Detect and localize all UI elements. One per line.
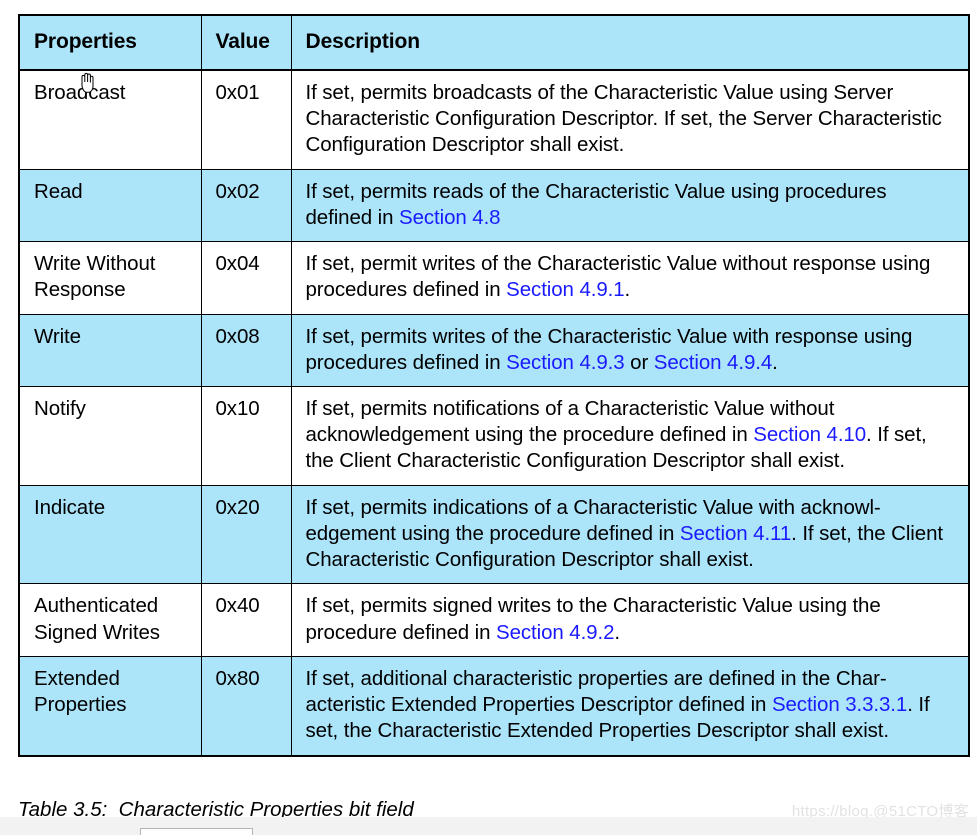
cell-description: If set, permits indications of a Charact…	[290, 484, 970, 585]
cell-value: 0x40	[200, 583, 292, 657]
column-header-value: Value	[200, 14, 292, 71]
cell-value: 0x10	[200, 385, 292, 486]
table-row: Broadcast 0x01 If set, permits broadcasts …	[18, 69, 970, 170]
cell-property: Notify	[18, 385, 202, 486]
table-row: Read 0x02 If set, permits reads of the Cha…	[18, 168, 970, 243]
cell-property: Read	[18, 168, 202, 243]
cell-description: If set, permits notifications of a Chara…	[290, 385, 970, 486]
table-row: Extended Properties 0x80 If set, additiona…	[18, 655, 970, 757]
table-row: Indicate 0x20 If set, permits indications …	[18, 484, 970, 585]
section-link[interactable]: Section 4.9.4	[654, 351, 772, 374]
characteristic-properties-table-wrap: Properties Value Description Broadcast 0x…	[18, 14, 970, 757]
column-header-description: Description	[290, 14, 970, 71]
section-link[interactable]: Section 4.9.2	[496, 621, 614, 644]
table-body: Broadcast 0x01 If set, permits broadcasts …	[18, 69, 970, 757]
cell-property: Write Without Response	[18, 241, 202, 315]
cell-description: If set, permits writes of the Characteri…	[290, 313, 970, 387]
cell-property: Extended Properties	[18, 655, 202, 757]
column-header-properties: Properties	[18, 14, 202, 71]
cell-property: Indicate	[18, 484, 202, 585]
characteristic-properties-table: Properties Value Description Broadcast 0x…	[18, 14, 970, 757]
table-row: Write 0x08 If set, permits writes of the C…	[18, 313, 970, 387]
description-text: or	[624, 350, 654, 374]
cell-value: 0x01	[200, 69, 292, 170]
cell-description: If set, permits reads of the Characteris…	[290, 168, 970, 243]
table-row: Notify 0x10 If set, permits notifications …	[18, 385, 970, 486]
cell-description: If set, permits broadcasts of the Charac…	[290, 69, 970, 170]
cell-value: 0x20	[200, 484, 292, 585]
section-link[interactable]: Section 4.9.3	[506, 351, 624, 374]
cell-description: If set, permit writes of the Characteris…	[290, 241, 970, 315]
document-page: Properties Value Description Broadcast 0x…	[0, 0, 977, 835]
section-link[interactable]: Section 4.10	[753, 423, 866, 446]
section-link[interactable]: Section 4.8	[399, 206, 501, 229]
description-text: If set, permits broadcasts of the Charac…	[305, 80, 942, 157]
cell-property: Broadcast	[18, 69, 202, 170]
section-link[interactable]: Section 4.11	[680, 522, 791, 545]
description-text: If set, permits reads of the Characteris…	[305, 179, 887, 229]
cell-value: 0x08	[200, 313, 292, 387]
table-row: Authenticated Signed Writes 0x40 If set, p…	[18, 583, 970, 657]
table-header-row: Properties Value Description	[18, 14, 970, 71]
cell-value: 0x04	[200, 241, 292, 315]
section-link[interactable]: Section 3.3.3.1	[772, 693, 907, 716]
cell-value: 0x02	[200, 168, 292, 243]
cell-value: 0x80	[200, 655, 292, 757]
cell-property: Authenticated Signed Writes	[18, 583, 202, 657]
cell-property: Write	[18, 313, 202, 387]
description-text: .	[624, 278, 631, 302]
description-text: .	[614, 620, 620, 644]
cell-description: If set, additional characteristic proper…	[290, 655, 970, 757]
table-header: Properties Value Description	[18, 14, 970, 71]
bottom-partial-dialog-box[interactable]	[140, 828, 253, 835]
table-row: Write Without Response 0x04 If set, permit…	[18, 241, 970, 315]
description-text: .	[772, 350, 778, 374]
cell-description: If set, permits signed writes to the Cha…	[290, 583, 970, 657]
section-link[interactable]: Section 4.9.1	[506, 278, 624, 301]
